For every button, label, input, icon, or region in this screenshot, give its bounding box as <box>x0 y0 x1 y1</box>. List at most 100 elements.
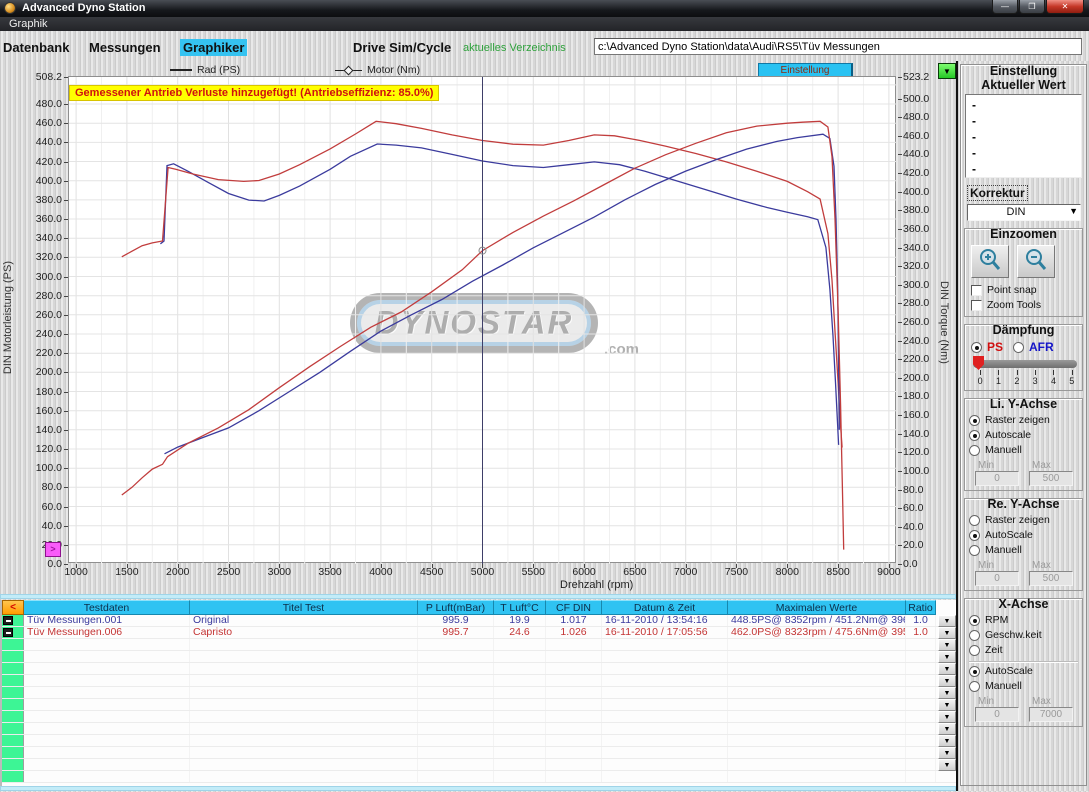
row-dropdown-button[interactable]: ▼ <box>938 735 956 747</box>
row-selector-cell[interactable] <box>2 615 24 626</box>
right-tick-mark <box>898 434 902 435</box>
row-selector-cell[interactable] <box>2 771 24 782</box>
row-selector-cell[interactable] <box>2 699 24 710</box>
row-selector-cell[interactable] <box>2 687 24 698</box>
checkbox-point-snap[interactable]: Point snap <box>971 284 1078 296</box>
re-y-min-input[interactable]: 0 <box>975 571 1019 586</box>
directory-path-input[interactable] <box>594 38 1082 55</box>
checkbox-icon[interactable] <box>971 285 982 296</box>
korrektur-dropdown[interactable]: DIN ▼ <box>967 204 1081 221</box>
row-selector-cell[interactable] <box>2 663 24 674</box>
radio-ps[interactable]: PS <box>971 340 1003 354</box>
radio-icon[interactable] <box>969 515 980 526</box>
radio-rpm[interactable]: RPM <box>969 614 1078 626</box>
row-selector-cell[interactable] <box>2 651 24 662</box>
menu-item-graphik[interactable]: Graphik <box>5 17 52 31</box>
radio-icon[interactable] <box>969 545 980 556</box>
radio-icon[interactable] <box>969 530 980 541</box>
tab-datenbank[interactable]: Datenbank <box>0 39 72 56</box>
row-dropdown-button[interactable]: ▼ <box>938 699 956 711</box>
row-selector-cell[interactable] <box>2 627 24 638</box>
column-header-datum-zeit[interactable]: Datum & Zeit <box>602 600 728 615</box>
radio-raster-zeigen[interactable]: Raster zeigen <box>969 414 1078 426</box>
li-y-max-input[interactable]: 500 <box>1029 471 1073 486</box>
re-y-max-input[interactable]: 500 <box>1029 571 1073 586</box>
x-max-input[interactable]: 7000 <box>1029 707 1073 722</box>
column-header-cf-din[interactable]: CF DIN <box>546 600 602 615</box>
table-row[interactable]: Tüv Messungen.006Capristo995.724.61.0261… <box>2 627 958 639</box>
slider-thumb[interactable] <box>973 356 984 370</box>
row-selector-cell[interactable] <box>2 675 24 686</box>
radio-icon[interactable] <box>969 615 980 626</box>
x-min-input[interactable]: 0 <box>975 707 1019 722</box>
magenta-expand-button[interactable]: > <box>45 542 61 557</box>
column-header-t-luft-c[interactable]: T Luft°C <box>494 600 546 615</box>
checkbox-icon[interactable] <box>971 300 982 311</box>
row-selector-cell[interactable] <box>2 711 24 722</box>
column-header-ratio[interactable]: Ratio <box>906 600 936 615</box>
radio-icon[interactable] <box>969 645 980 656</box>
column-header-maximalen-werte[interactable]: Maximalen Werte <box>728 600 906 615</box>
column-header-testdaten[interactable]: Testdaten <box>24 600 190 615</box>
horizontal-scroll-strip[interactable] <box>0 594 956 599</box>
radio-icon[interactable] <box>969 415 980 426</box>
row-dropdown-button[interactable]: ▼ <box>938 639 956 651</box>
row-dropdown-button[interactable]: ▼ <box>938 651 956 663</box>
radio-raster-zeigen[interactable]: Raster zeigen <box>969 514 1078 526</box>
collapse-table-button[interactable]: < <box>2 600 24 615</box>
checkbox-zoom-tools[interactable]: Zoom Tools <box>971 299 1078 311</box>
radio-icon[interactable] <box>969 430 980 441</box>
tab-drive-sim-cycle[interactable]: Drive Sim/Cycle <box>350 39 454 56</box>
radio-icon[interactable] <box>971 342 982 353</box>
right-tick-mark <box>898 99 902 100</box>
maximize-button[interactable]: ❐ <box>1019 0 1045 14</box>
table-row[interactable]: Tüv Messungen.001Original995.919.91.0171… <box>2 615 958 627</box>
radio-geschw-keit[interactable]: Geschw.keit <box>969 629 1078 641</box>
radio-icon[interactable] <box>969 681 980 692</box>
radio-autoscale[interactable]: AutoScale <box>969 665 1078 677</box>
radio-manuell[interactable]: Manuell <box>969 444 1078 456</box>
close-button[interactable]: ✕ <box>1046 0 1084 14</box>
column-header-p-luft-mbar-[interactable]: P Luft(mBar) <box>418 600 494 615</box>
column-header-titel-test[interactable]: Titel Test <box>190 600 418 615</box>
row-select-icon[interactable] <box>3 628 13 637</box>
radio-autoscale[interactable]: AutoScale <box>969 529 1078 541</box>
daempfung-slider[interactable] <box>973 360 1077 368</box>
korrektur-label: Korrektur <box>967 185 1028 201</box>
row-dropdown-button[interactable]: ▼ <box>938 723 956 735</box>
row-dropdown-button[interactable]: ▼ <box>938 687 956 699</box>
zoom-out-button[interactable] <box>1017 245 1055 278</box>
radio-afr[interactable]: AFR <box>1013 340 1054 354</box>
row-selector-cell[interactable] <box>2 747 24 758</box>
tab-graphiker[interactable]: Graphiker <box>180 39 247 56</box>
aktueller-wert-list[interactable]: ----- <box>965 94 1082 178</box>
left-tick-mark <box>64 449 68 450</box>
row-dropdown-button[interactable]: ▼ <box>938 675 956 687</box>
row-select-icon[interactable] <box>3 616 13 625</box>
radio-icon[interactable] <box>969 630 980 641</box>
row-selector-cell[interactable] <box>2 759 24 770</box>
radio-icon[interactable] <box>969 666 980 677</box>
row-dropdown-button[interactable]: ▼ <box>938 663 956 675</box>
radio-manuell[interactable]: Manuell <box>969 680 1078 692</box>
table-row <box>2 663 958 675</box>
radio-icon[interactable] <box>969 445 980 456</box>
row-dropdown-button[interactable]: ▼ <box>938 711 956 723</box>
bottom-scroll-strip[interactable] <box>0 786 956 791</box>
radio-icon[interactable] <box>1013 342 1024 353</box>
radio-zeit[interactable]: Zeit <box>969 644 1078 656</box>
row-dropdown-button[interactable]: ▼ <box>938 747 956 759</box>
row-dropdown-button[interactable]: ▼ <box>938 759 956 771</box>
zoom-in-button[interactable] <box>971 245 1009 278</box>
radio-autoscale[interactable]: Autoscale <box>969 429 1078 441</box>
row-selector-cell[interactable] <box>2 735 24 746</box>
radio-manuell[interactable]: Manuell <box>969 544 1078 556</box>
row-dropdown-button[interactable]: ▼ <box>938 627 956 639</box>
right-tick-mark <box>898 508 902 509</box>
li-y-min-input[interactable]: 0 <box>975 471 1019 486</box>
tab-messungen[interactable]: Messungen <box>86 39 164 56</box>
row-dropdown-button[interactable]: ▼ <box>938 615 956 627</box>
row-selector-cell[interactable] <box>2 639 24 650</box>
row-selector-cell[interactable] <box>2 723 24 734</box>
minimize-button[interactable]: — <box>992 0 1018 14</box>
